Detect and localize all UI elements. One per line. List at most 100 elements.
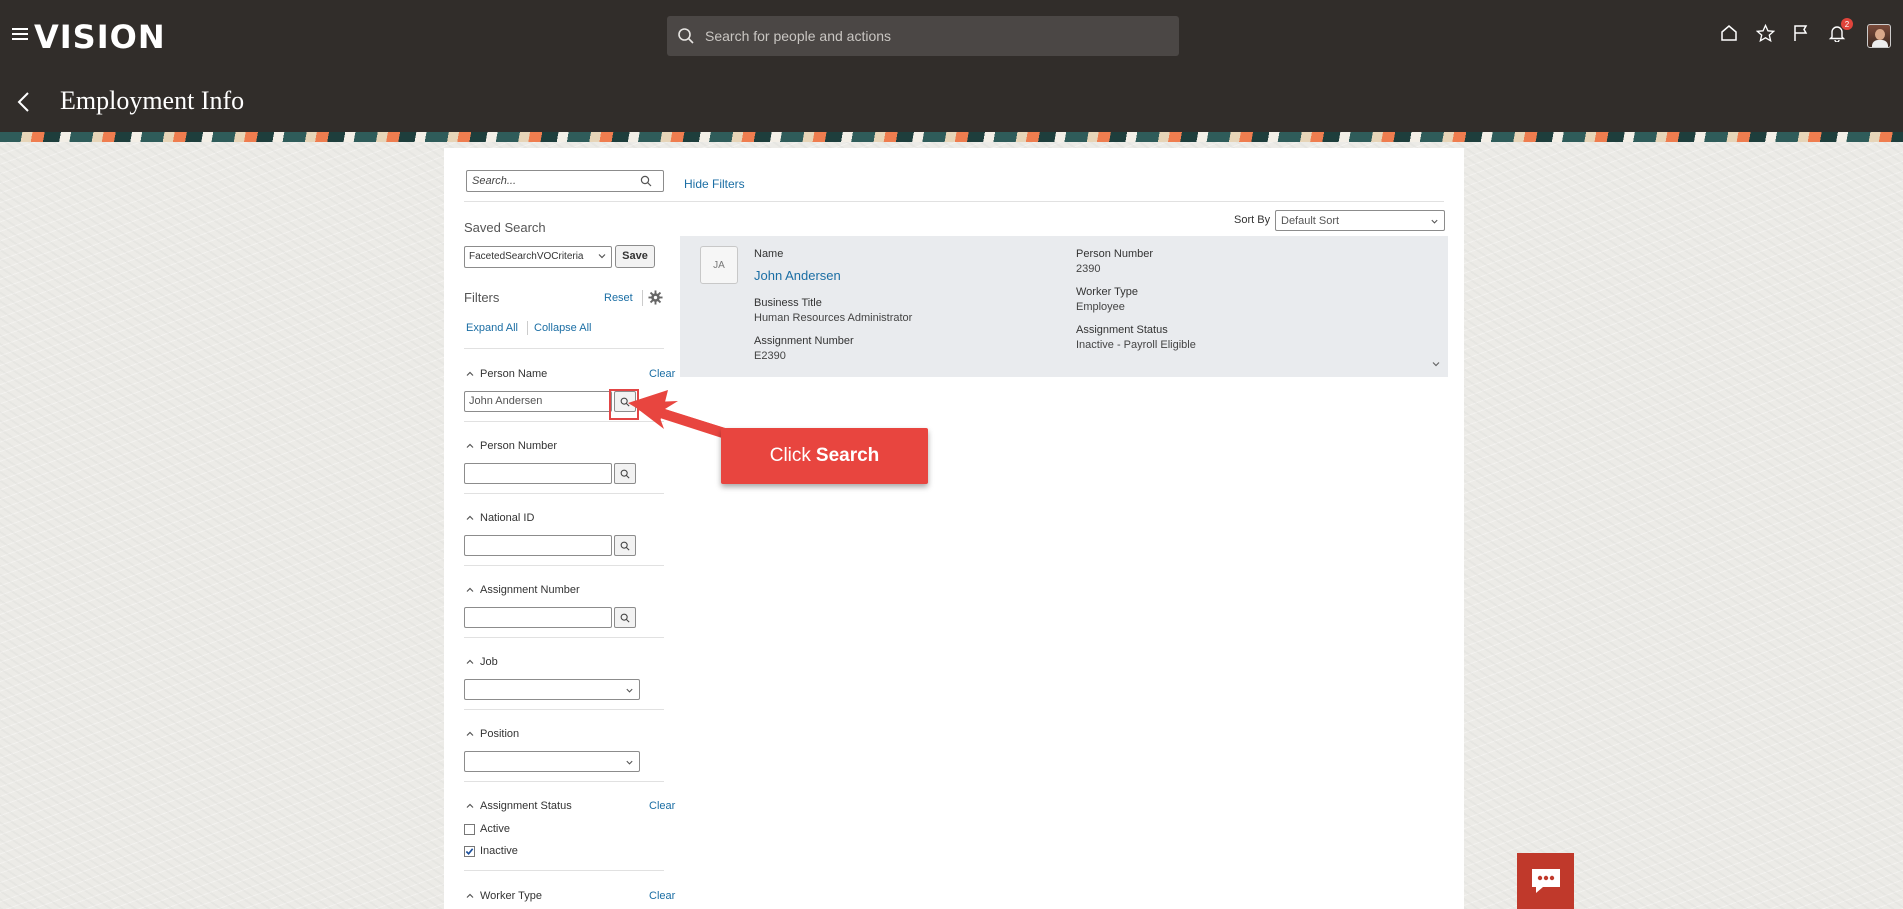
assignment-number-filter-label: Assignment Number	[480, 584, 580, 596]
chevron-up-icon	[466, 371, 474, 376]
worker-type-filter-label: Worker Type	[480, 890, 542, 902]
global-search-input[interactable]	[703, 27, 1143, 45]
back-arrow-icon[interactable]	[14, 90, 34, 114]
position-filter-label: Position	[480, 728, 520, 740]
assignment-status-value: Inactive - Payroll Eligible	[1076, 339, 1196, 351]
person-number-search-button[interactable]	[614, 463, 636, 484]
job-filter-label: Job	[480, 656, 498, 668]
checkmark-icon	[465, 847, 474, 855]
assignment-status-filter-header[interactable]: Assignment Status	[466, 800, 572, 812]
divider	[527, 321, 528, 335]
decorative-banner	[0, 132, 1903, 142]
chevron-down-icon[interactable]	[1431, 359, 1441, 369]
chat-button[interactable]	[1517, 853, 1574, 909]
assignment-number-label: Assignment Number	[754, 335, 854, 347]
home-icon[interactable]	[1718, 22, 1740, 44]
expand-all-link[interactable]: Expand All	[466, 322, 518, 334]
assignment-status-filter-label: Assignment Status	[480, 800, 572, 812]
chevron-down-icon	[598, 254, 606, 259]
favorites-star-icon[interactable]	[1754, 22, 1776, 44]
sort-by-label: Sort By	[1234, 214, 1271, 226]
person-number-filter-label: Person Number	[480, 440, 558, 452]
search-result-card[interactable]: JA Name John Andersen Business Title Hum…	[680, 236, 1448, 377]
worker-type-label: Worker Type	[1076, 286, 1138, 298]
search-results-panel: Hide Filters Saved Search FacetedSearchV…	[444, 148, 1464, 909]
sort-by-select[interactable]: Default Sort	[1275, 210, 1445, 231]
person-number-value: 2390	[1076, 263, 1101, 275]
position-select[interactable]	[464, 751, 640, 772]
national-id-filter-header[interactable]: National ID	[466, 512, 534, 524]
worker-type-filter-header[interactable]: Worker Type	[466, 890, 542, 902]
app-logo[interactable]: VISION	[34, 18, 166, 56]
header-icons: 2	[1718, 18, 1853, 44]
chevron-up-icon	[466, 731, 474, 736]
clear-assignment-status-link[interactable]: Clear	[649, 800, 675, 812]
assignment-number-filter-header[interactable]: Assignment Number	[466, 584, 580, 596]
callout-prefix: Click	[769, 445, 811, 466]
divider	[464, 348, 664, 349]
global-header: VISION 2 Employment Info	[0, 0, 1903, 132]
assignment-status-inactive-checkbox[interactable]: Inactive	[464, 845, 518, 857]
search-icon[interactable]	[640, 175, 652, 187]
clear-person-name-link[interactable]: Clear	[649, 368, 675, 380]
saved-search-select[interactable]: FacetedSearchVOCriteria	[464, 246, 612, 268]
collapse-all-link[interactable]: Collapse All	[534, 322, 591, 334]
chevron-down-icon	[626, 688, 633, 693]
divider	[464, 565, 664, 566]
notification-count-badge: 2	[1841, 18, 1853, 30]
person-name-link[interactable]: John Andersen	[754, 268, 841, 283]
user-avatar[interactable]	[1867, 24, 1891, 48]
person-name-input[interactable]: John Andersen	[464, 391, 612, 412]
notifications-bell-icon[interactable]: 2	[1826, 18, 1853, 44]
person-number-label: Person Number	[1076, 248, 1154, 260]
callout-action: Search	[815, 445, 880, 466]
keyword-search-field[interactable]	[466, 170, 664, 192]
divider	[464, 709, 664, 710]
instruction-callout: Click Search	[721, 428, 928, 484]
name-label: Name	[754, 248, 784, 260]
chevron-up-icon	[466, 659, 474, 664]
hide-filters-link[interactable]: Hide Filters	[684, 177, 745, 191]
reset-filters-link[interactable]: Reset	[604, 292, 633, 304]
clear-worker-type-link[interactable]: Clear	[649, 890, 675, 902]
checkbox-label: Active	[480, 823, 510, 835]
divider	[464, 493, 664, 494]
chevron-down-icon	[626, 760, 633, 765]
national-id-filter-label: National ID	[480, 512, 535, 524]
checkbox-checked[interactable]	[464, 845, 475, 857]
assignment-status-active-checkbox[interactable]: Active	[464, 823, 510, 835]
gear-icon[interactable]	[648, 290, 663, 308]
person-number-input[interactable]	[464, 463, 612, 484]
chat-bubble-icon	[1531, 869, 1560, 893]
divider	[464, 421, 664, 422]
national-id-input[interactable]	[464, 535, 612, 556]
page-title: Employment Info	[60, 86, 245, 115]
sort-by-value: Default Sort	[1281, 215, 1340, 227]
chevron-up-icon	[466, 803, 474, 808]
search-icon	[620, 613, 630, 623]
save-search-button[interactable]: Save	[615, 245, 655, 268]
menu-icon[interactable]	[12, 28, 28, 40]
global-search[interactable]	[667, 16, 1179, 56]
person-number-filter-header[interactable]: Person Number	[466, 440, 557, 452]
search-icon	[678, 28, 694, 44]
job-filter-header[interactable]: Job	[466, 656, 498, 668]
person-name-filter-header[interactable]: Person Name	[466, 368, 547, 380]
job-select[interactable]	[464, 679, 640, 700]
assignment-number-input[interactable]	[464, 607, 612, 628]
national-id-search-button[interactable]	[614, 535, 636, 556]
checkbox-label: Inactive	[480, 845, 518, 857]
chevron-up-icon	[466, 443, 474, 448]
divider	[464, 781, 664, 782]
flag-icon[interactable]	[1790, 22, 1812, 44]
search-button-highlight	[609, 389, 639, 420]
worker-type-value: Employee	[1076, 301, 1125, 313]
person-initials-avatar: JA	[700, 246, 738, 284]
assignment-number-search-button[interactable]	[614, 607, 636, 628]
chevron-up-icon	[466, 587, 474, 592]
search-icon	[620, 469, 630, 479]
divider	[464, 870, 664, 871]
position-filter-header[interactable]: Position	[466, 728, 519, 740]
keyword-search-input[interactable]	[470, 174, 640, 188]
checkbox-unchecked[interactable]	[464, 823, 475, 835]
